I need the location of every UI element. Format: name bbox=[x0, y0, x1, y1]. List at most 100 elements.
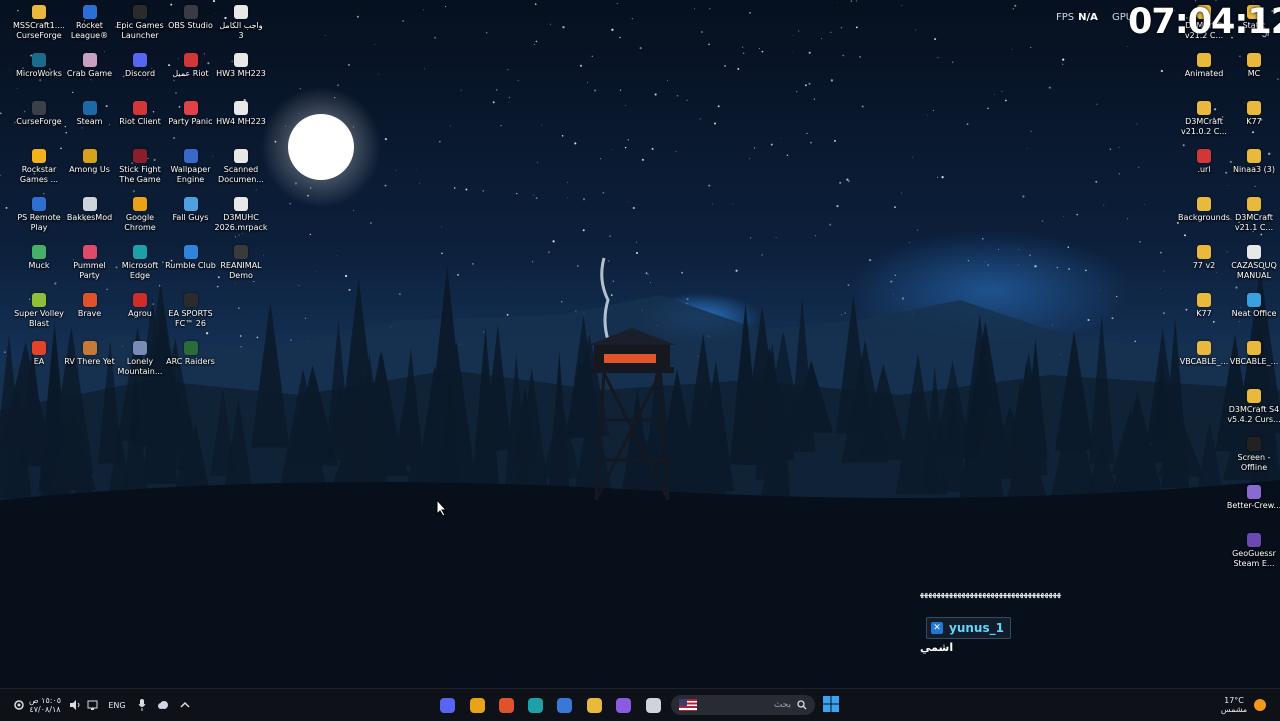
star bbox=[582, 198, 586, 201]
desktop-icon-label: Pummel Party bbox=[73, 261, 106, 280]
desktop-icon[interactable]: Rockstar Games ... bbox=[14, 149, 64, 185]
chrome-icon bbox=[133, 197, 147, 211]
desktop-icon[interactable]: Among Us bbox=[65, 149, 115, 175]
tray-clock[interactable]: ١٥:٠٥ ص ٤٧/٠٨/١٨ bbox=[28, 693, 62, 717]
star bbox=[1103, 204, 1105, 206]
network-icon[interactable] bbox=[86, 698, 100, 712]
taskbar-app[interactable] bbox=[524, 694, 546, 716]
desktop-icon-label: .url bbox=[1197, 165, 1211, 174]
desktop-icon[interactable]: عميل Riot bbox=[166, 53, 216, 79]
desktop-icon[interactable]: VBCABLE_... bbox=[1229, 341, 1279, 367]
desktop-icon[interactable]: Microsoft Edge bbox=[115, 245, 165, 281]
desktop-icon[interactable]: MSSCraft1.... CurseForge bbox=[13, 5, 65, 41]
desktop-icon[interactable]: Scanned Documen... bbox=[216, 149, 266, 185]
star bbox=[370, 222, 372, 224]
desktop-icon-label: Crab Game bbox=[66, 69, 113, 78]
star bbox=[1127, 46, 1128, 47]
desktop-icon[interactable]: Wallpaper Engine bbox=[166, 149, 216, 185]
desktop-icon[interactable]: Backgrounds bbox=[1178, 197, 1230, 223]
desktop-icon[interactable]: Steam bbox=[65, 101, 115, 127]
desktop-icon[interactable]: Fall Guys bbox=[166, 197, 216, 223]
taskbar-app[interactable] bbox=[642, 694, 664, 716]
volume-icon[interactable] bbox=[68, 698, 82, 712]
language-indicator[interactable]: ENG bbox=[106, 699, 128, 711]
desktop-icon[interactable]: واجب الكامل 3 bbox=[216, 5, 266, 41]
desktop-icon[interactable]: ARC Raiders bbox=[166, 341, 216, 367]
desktop-icon[interactable]: PS Remote Play bbox=[14, 197, 64, 233]
desktop-icon[interactable]: CurseForge bbox=[14, 101, 64, 127]
star bbox=[356, 15, 359, 18]
desktop-icon[interactable]: GeoGuessr Steam E... bbox=[1229, 533, 1279, 569]
desktop-icon[interactable]: Crab Game bbox=[65, 53, 115, 79]
chevron-up-icon[interactable] bbox=[178, 698, 192, 712]
copilot-icon bbox=[615, 697, 631, 713]
desktop-icon[interactable]: CAZASOUQ MANUAL bbox=[1229, 245, 1279, 281]
pummel-party-icon bbox=[82, 245, 97, 259]
desktop-icon[interactable]: Stick Fight The Game bbox=[115, 149, 165, 185]
desktop-icon[interactable]: Animated bbox=[1179, 53, 1229, 79]
desktop-icon[interactable]: Rumble Club bbox=[165, 245, 216, 271]
desktop-icon[interactable]: Muck bbox=[14, 245, 64, 271]
taskbar-app[interactable] bbox=[466, 694, 488, 716]
desktop-icon[interactable]: BakkesMod bbox=[65, 197, 115, 223]
star bbox=[1048, 86, 1051, 89]
desktop-icon[interactable]: Google Chrome bbox=[115, 197, 165, 233]
desktop-icon[interactable]: EA bbox=[14, 341, 64, 367]
desktop-icon[interactable]: OBS Studio bbox=[166, 5, 216, 31]
desktop-icon[interactable]: Rocket League® bbox=[65, 5, 115, 41]
desktop-icon[interactable]: Super Volley Blast bbox=[14, 293, 64, 329]
desktop-icon-label: Microsoft Edge bbox=[121, 261, 159, 280]
curseforge-icon bbox=[32, 101, 46, 115]
cloud-sync-icon[interactable] bbox=[156, 698, 170, 712]
desktop-icon[interactable]: RV There Yet bbox=[64, 341, 115, 367]
taskbar-app[interactable] bbox=[495, 694, 517, 716]
star bbox=[508, 101, 510, 103]
desktop-icon[interactable]: Riot Client bbox=[115, 101, 165, 127]
desktop-icon[interactable]: Lonely Mountain... bbox=[115, 341, 165, 377]
desktop-icon[interactable]: D3MCraft v21.0.2 C... bbox=[1179, 101, 1229, 137]
desktop-icon[interactable]: D3MCraft v21.1 C... bbox=[1229, 197, 1279, 233]
desktop-icon[interactable]: MC bbox=[1229, 53, 1279, 79]
star bbox=[842, 54, 845, 57]
star bbox=[106, 288, 108, 290]
search-box[interactable]: بحث bbox=[671, 695, 815, 715]
microphone-icon[interactable] bbox=[136, 698, 148, 712]
desktop-icon[interactable]: REANIMAL Demo bbox=[216, 245, 266, 281]
desktop-icon[interactable]: 77 v2 bbox=[1179, 245, 1229, 271]
desktop-icon[interactable]: MicroWorks bbox=[14, 53, 64, 79]
desktop-icon[interactable]: Epic Games Launcher bbox=[115, 5, 165, 41]
desktop-icon[interactable]: D3MUHC 2026.mrpack bbox=[215, 197, 268, 233]
desktop-icon[interactable]: HW4 MH223 bbox=[216, 101, 266, 127]
star bbox=[709, 8, 711, 10]
star bbox=[1134, 340, 1136, 342]
desktop-icon[interactable]: K77 bbox=[1229, 101, 1279, 127]
desktop-icon[interactable]: Better-Crew... bbox=[1227, 485, 1280, 511]
desktop-icon[interactable]: K77 bbox=[1179, 293, 1229, 319]
settings-gear-icon[interactable] bbox=[12, 698, 26, 712]
desktop-icon[interactable]: Ninaa3 (3) bbox=[1229, 149, 1279, 175]
desktop-icon[interactable]: Agrou bbox=[115, 293, 165, 319]
desktop-icon[interactable]: Brave bbox=[65, 293, 115, 319]
desktop-icon[interactable]: Neat Office bbox=[1229, 293, 1279, 319]
taskbar-app[interactable] bbox=[583, 694, 605, 716]
windows-start-icon[interactable] bbox=[822, 695, 840, 713]
desktop-icon[interactable]: VBCABLE_... bbox=[1179, 341, 1229, 367]
star bbox=[775, 237, 777, 239]
desktop-icon[interactable]: D3MCraft S4 v5.4.2 Curs... bbox=[1227, 389, 1280, 425]
edge-icon bbox=[133, 245, 147, 259]
desktop-icon[interactable]: Party Panic bbox=[166, 101, 216, 127]
star bbox=[422, 9, 424, 11]
weather-widget[interactable]: 17°C مشمس bbox=[1218, 693, 1250, 717]
star bbox=[534, 3, 537, 6]
taskbar-app[interactable] bbox=[612, 694, 634, 716]
desktop-icon[interactable]: HW3 MH223 bbox=[216, 53, 266, 79]
star bbox=[1138, 166, 1140, 169]
desktop-icon[interactable]: Discord bbox=[115, 53, 165, 79]
taskbar-app[interactable] bbox=[553, 694, 575, 716]
taskbar-app[interactable] bbox=[436, 694, 458, 716]
desktop-icon[interactable]: .url bbox=[1179, 149, 1229, 175]
desktop-icon-label: MicroWorks bbox=[16, 69, 62, 78]
desktop-icon[interactable]: Screen - Offline bbox=[1229, 437, 1279, 473]
desktop-icon[interactable]: Pummel Party bbox=[65, 245, 115, 281]
desktop-icon[interactable]: EA SPORTS FC™ 26 bbox=[166, 293, 216, 329]
